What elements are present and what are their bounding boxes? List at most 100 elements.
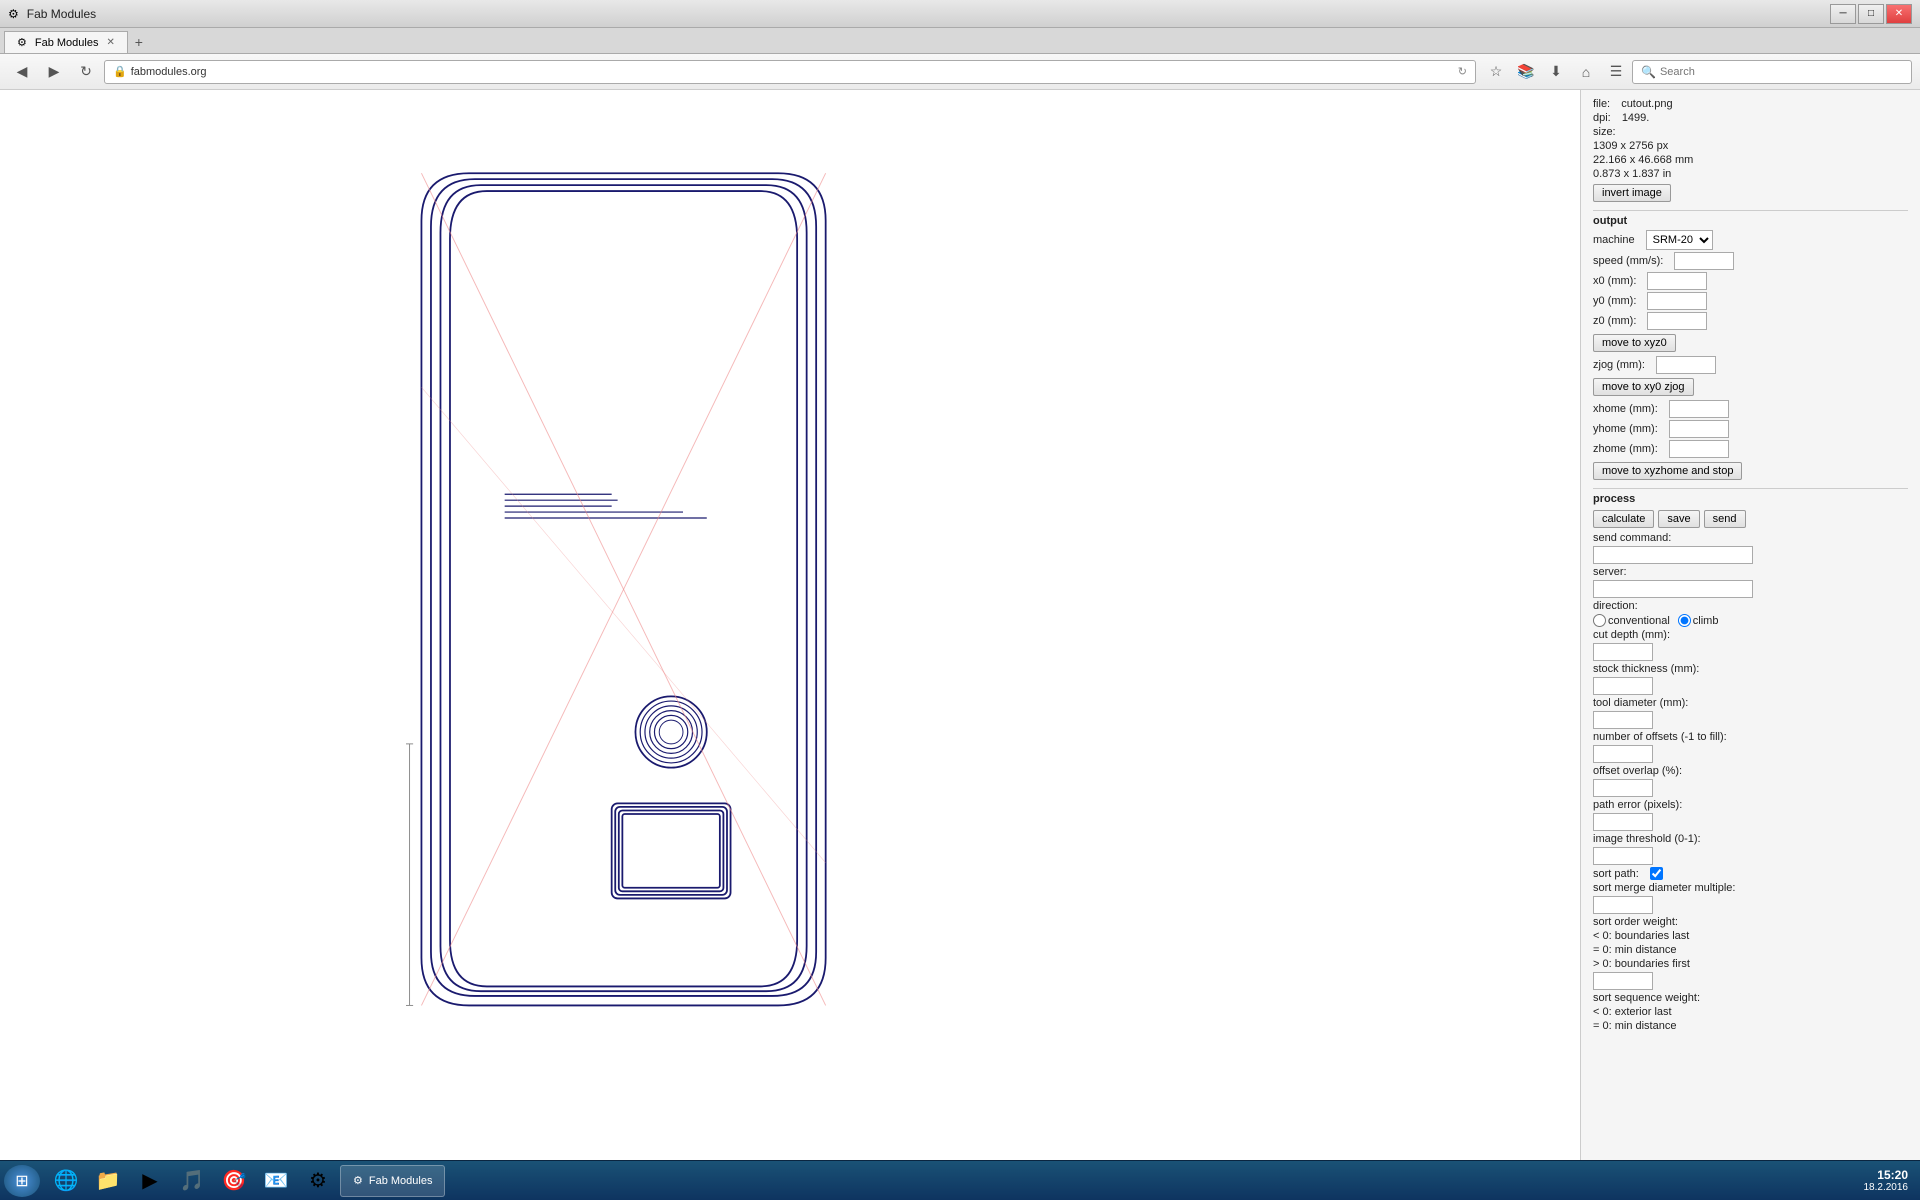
machine-label: machine (1593, 234, 1635, 246)
server-input[interactable]: 127.0.0.1:12345 (1593, 580, 1753, 598)
search-input[interactable] (1660, 66, 1903, 78)
taskbar-app-settings[interactable]: ⚙ (298, 1165, 338, 1197)
tab-bar: ⚙ Fab Modules ✕ + (0, 28, 1920, 54)
move-xyzhome-row: move to xyzhome and stop (1593, 460, 1908, 482)
menu-icon[interactable]: ☰ (1604, 60, 1628, 84)
sort-merge-label: sort merge diameter multiple: (1593, 882, 1735, 894)
sort-merge-input[interactable]: 1.5 (1593, 896, 1653, 914)
refresh-button[interactable]: ↻ (72, 59, 100, 85)
image-threshold-input[interactable]: .5 (1593, 847, 1653, 865)
maximize-button[interactable]: □ (1858, 4, 1884, 24)
tab-fabmodules[interactable]: ⚙ Fab Modules ✕ (4, 31, 128, 53)
z0-label: z0 (mm): (1593, 315, 1636, 327)
window-controls: ─ □ ✕ (1830, 4, 1912, 24)
start-button[interactable]: ⊞ (4, 1165, 40, 1197)
send-command-input[interactable]: mod_prnt.py /dev/usb/l (1593, 546, 1753, 564)
sort-order-lt-text: < 0: boundaries last (1593, 930, 1689, 942)
y0-row: y0 (mm): 0 (1593, 292, 1908, 310)
num-offsets-row: 1 (1593, 745, 1908, 763)
divider-2 (1593, 488, 1908, 489)
taskbar-app-dart[interactable]: 🎯 (214, 1165, 254, 1197)
send-command-row: mod_prnt.py /dev/usb/l (1593, 546, 1908, 564)
sort-order-label: sort order weight: (1593, 916, 1678, 928)
direction-label-row: direction: (1593, 600, 1908, 612)
move-xy0jog-button[interactable]: move to xy0 zjog (1593, 378, 1694, 396)
path-error-input[interactable]: 1.1 (1593, 813, 1653, 831)
xhome-input[interactable]: 0 (1669, 400, 1729, 418)
star-icon[interactable]: ☆ (1484, 60, 1508, 84)
cut-depth-row: 0.6 (1593, 643, 1908, 661)
sort-path-row: sort path: (1593, 867, 1908, 880)
conventional-radio-label[interactable]: conventional (1593, 614, 1670, 627)
forward-button[interactable]: ▶ (40, 59, 68, 85)
taskbar-app-explorer[interactable]: 📁 (88, 1165, 128, 1197)
climb-radio-label[interactable]: climb (1678, 614, 1719, 627)
climb-radio[interactable] (1678, 614, 1691, 627)
px-size-text: 1309 x 2756 px (1593, 140, 1668, 152)
send-button[interactable]: send (1704, 510, 1746, 528)
file-label: file: (1593, 98, 1610, 110)
close-button[interactable]: ✕ (1886, 4, 1912, 24)
y0-input[interactable]: 0 (1647, 292, 1707, 310)
speed-input[interactable]: 4 (1674, 252, 1734, 270)
taskbar-app-email[interactable]: 📧 (256, 1165, 296, 1197)
tool-diameter-row: 0.79 (1593, 711, 1908, 729)
sort-path-checkbox[interactable] (1650, 867, 1663, 880)
machine-row: machine SRM-20 (1593, 230, 1908, 250)
conventional-radio[interactable] (1593, 614, 1606, 627)
sort-merge-row: 1.5 (1593, 896, 1908, 914)
invert-image-button[interactable]: invert image (1593, 184, 1671, 202)
offset-overlap-label: offset overlap (%): (1593, 765, 1682, 777)
cut-depth-input[interactable]: 0.6 (1593, 643, 1653, 661)
num-offsets-input[interactable]: 1 (1593, 745, 1653, 763)
machine-select[interactable]: SRM-20 (1646, 230, 1713, 250)
file-row: file: cutout.png (1593, 98, 1908, 110)
speed-row: speed (mm/s): 4 (1593, 252, 1908, 270)
move-xyz0-button[interactable]: move to xyz0 (1593, 334, 1676, 352)
offset-overlap-label-row: offset overlap (%): (1593, 765, 1908, 777)
cut-depth-label: cut depth (mm): (1593, 629, 1670, 641)
title-bar-text: Fab Modules (27, 7, 1822, 21)
move-xyz0-row: move to xyz0 (1593, 332, 1908, 354)
address-bar[interactable]: 🔒 fabmodules.org ↻ (104, 60, 1476, 84)
taskbar: ⊞ 🌐 📁 ▶ 🎵 🎯 📧 ⚙ ⚙ Fab Modules 15:20 18.2… (0, 1160, 1920, 1200)
process-buttons-row: calculate save send (1593, 508, 1908, 530)
dpi-label: dpi: (1593, 112, 1611, 124)
sort-order-lt-row: < 0: boundaries last (1593, 930, 1908, 942)
taskbar-app-music[interactable]: 🎵 (172, 1165, 212, 1197)
z0-input[interactable]: 0 (1647, 312, 1707, 330)
save-button[interactable]: save (1658, 510, 1699, 528)
home-icon[interactable]: ⌂ (1574, 60, 1598, 84)
speed-label: speed (mm/s): (1593, 255, 1663, 267)
num-offsets-label-row: number of offsets (-1 to fill): (1593, 731, 1908, 743)
output-label: output (1593, 215, 1908, 227)
num-offsets-label: number of offsets (-1 to fill): (1593, 731, 1727, 743)
new-tab-button[interactable]: + (128, 31, 150, 53)
x0-input[interactable]: 0 (1647, 272, 1707, 290)
yhome-input[interactable]: 152.4 (1669, 420, 1729, 438)
download-icon[interactable]: ⬇ (1544, 60, 1568, 84)
calculate-button[interactable]: calculate (1593, 510, 1654, 528)
search-bar[interactable]: 🔍 (1632, 60, 1912, 84)
move-xyzhome-button[interactable]: move to xyzhome and stop (1593, 462, 1742, 480)
taskbar-app-media[interactable]: ▶ (130, 1165, 170, 1197)
tab-close-button[interactable]: ✕ (106, 37, 114, 48)
back-button[interactable]: ◀ (8, 59, 36, 85)
bookmark-icon[interactable]: 📚 (1514, 60, 1538, 84)
image-threshold-label: image threshold (0-1): (1593, 833, 1701, 845)
minimize-button[interactable]: ─ (1830, 4, 1856, 24)
x0-row: x0 (mm): 0 (1593, 272, 1908, 290)
send-command-label-row: send command: (1593, 532, 1908, 544)
output-section: output machine SRM-20 speed (mm/s): 4 x0… (1593, 215, 1908, 482)
sort-order-eq-row: = 0: min distance (1593, 944, 1908, 956)
taskbar-window-fabmodules[interactable]: ⚙ Fab Modules (340, 1165, 445, 1197)
right-panel: file: cutout.png dpi: 1499. size: 1309 x… (1580, 90, 1920, 1160)
zhome-input[interactable]: 60.5 (1669, 440, 1729, 458)
tool-diameter-input[interactable]: 0.79 (1593, 711, 1653, 729)
taskbar-app-ie[interactable]: 🌐 (46, 1165, 86, 1197)
stock-thickness-input[interactable]: 1.7 (1593, 677, 1653, 695)
zjog-input[interactable]: 2 (1656, 356, 1716, 374)
sort-order-input[interactable]: -1 (1593, 972, 1653, 990)
direction-label: direction: (1593, 600, 1638, 612)
offset-overlap-input[interactable]: 50 (1593, 779, 1653, 797)
